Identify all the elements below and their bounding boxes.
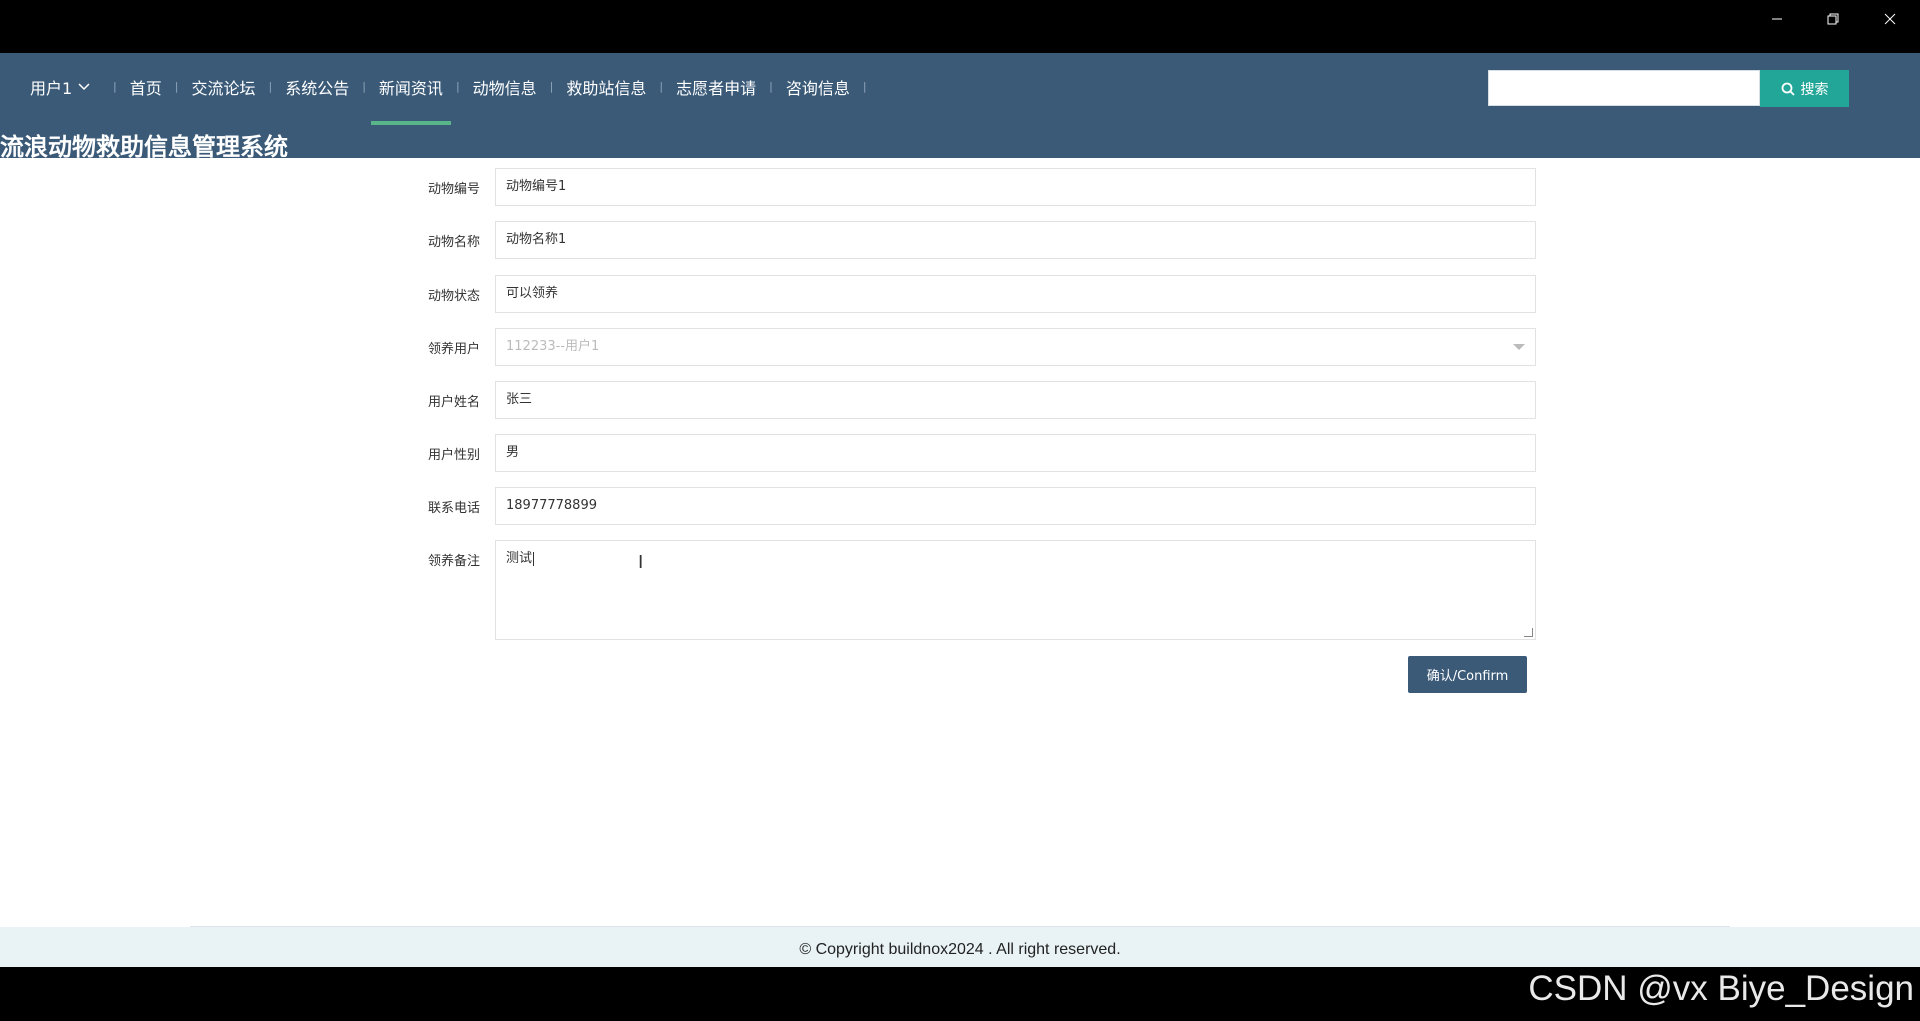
field-label: 动物状态 xyxy=(427,289,480,304)
nav-item-consult[interactable]: 咨询信息 xyxy=(778,53,858,124)
nav-item-news[interactable]: 新闻资讯 xyxy=(370,53,451,125)
nav-separator: | xyxy=(455,80,460,93)
close-icon[interactable] xyxy=(1862,0,1918,38)
user-name-field[interactable]: 张三 xyxy=(495,381,1536,419)
text-caret xyxy=(533,551,535,566)
field-label: 用户姓名 xyxy=(427,395,480,410)
nav-item-animals[interactable]: 动物信息 xyxy=(465,53,545,124)
user-menu[interactable]: 用户1 xyxy=(30,75,90,99)
search-input[interactable] xyxy=(1488,70,1760,106)
nav-separator: | xyxy=(862,80,867,93)
minimize-icon[interactable] xyxy=(1749,0,1805,38)
user-name: 用户1 xyxy=(30,79,73,98)
adopter-select[interactable]: 112233--用户1 xyxy=(495,328,1536,366)
window-titlebar xyxy=(0,0,1920,53)
watermark-text: CSDN @vx Biye_Design xyxy=(1528,969,1914,1008)
nav-item-home[interactable]: 首页 xyxy=(122,53,170,124)
nav-separator: | xyxy=(113,80,117,93)
chevron-down-icon xyxy=(78,83,90,91)
footer: © Copyright buildnox2024 . All right res… xyxy=(0,927,1920,967)
animal-name-field[interactable]: 动物名称1 xyxy=(495,221,1536,259)
restore-icon[interactable] xyxy=(1805,0,1861,38)
notes-text: 测试 xyxy=(506,551,533,566)
animal-status-field[interactable]: 可以领养 xyxy=(495,275,1536,313)
user-gender-field[interactable]: 男 xyxy=(495,434,1536,472)
nav-item-rescue-stations[interactable]: 救助站信息 xyxy=(558,53,654,124)
field-label: 领养备注 xyxy=(427,554,480,569)
phone-field[interactable]: 18977778899 xyxy=(495,487,1536,525)
field-label: 用户性别 xyxy=(427,448,480,463)
field-label: 联系电话 xyxy=(427,501,480,516)
copyright-text: © Copyright buildnox2024 . All right res… xyxy=(799,941,1121,958)
nav-separator: | xyxy=(174,80,179,93)
animal-id-field[interactable]: 动物编号1 xyxy=(495,168,1536,206)
field-label: 动物名称 xyxy=(427,235,480,250)
search-icon xyxy=(1781,82,1795,96)
confirm-button[interactable]: 确认/Confirm xyxy=(1408,656,1527,693)
resize-handle-icon[interactable] xyxy=(1524,628,1533,637)
nav-separator: | xyxy=(362,80,366,93)
field-label: 动物编号 xyxy=(427,182,480,197)
field-label: 领养用户 xyxy=(427,342,480,357)
nav-item-volunteer[interactable]: 志愿者申请 xyxy=(668,53,764,124)
ibeam-cursor-icon: I xyxy=(638,552,644,573)
nav-separator: | xyxy=(659,80,664,93)
dropdown-caret-icon xyxy=(1513,344,1525,350)
search-button-label: 搜索 xyxy=(1800,81,1829,98)
site-title: 流浪动物救助信息管理系统 xyxy=(0,133,288,161)
nav-item-announcement[interactable]: 系统公告 xyxy=(277,53,357,124)
top-navbar: 用户1 | 首页 | 交流论坛 | 系统公告 | 新闻资讯 | 动物信息 | 救… xyxy=(0,53,1920,161)
nav-item-forum[interactable]: 交流论坛 xyxy=(183,53,263,124)
adopter-select-value: 112233--用户1 xyxy=(506,339,600,354)
search-button[interactable]: 搜索 xyxy=(1760,70,1849,107)
nav-separator: | xyxy=(549,80,554,93)
bottom-bar: CSDN @vx Biye_Design xyxy=(0,967,1920,1021)
nav-separator: | xyxy=(268,80,273,93)
nav-separator: | xyxy=(769,80,773,93)
